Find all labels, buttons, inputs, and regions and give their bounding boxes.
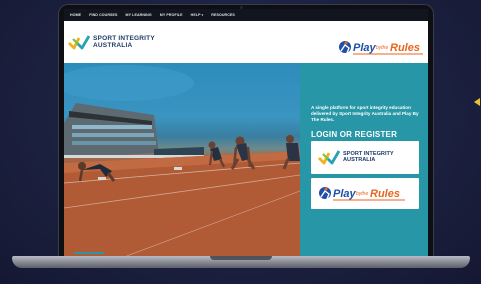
sia-logo-icon[interactable]	[68, 34, 90, 50]
nav-my-learning[interactable]: MY LEARNING	[126, 13, 152, 17]
site-header: SPORT INTEGRITY AUSTRALIA Play bythe Rul…	[64, 21, 428, 63]
login-sport-integrity-australia-button[interactable]: SPORT INTEGRITY AUSTRALIA	[311, 141, 419, 174]
pbr-card-logo-icon: Play bythe Rules	[319, 187, 405, 201]
stadium-athletes-illustration	[64, 65, 300, 257]
nav-help-label: HELP	[190, 13, 201, 17]
sia-card-logo-icon	[318, 150, 340, 165]
laptop-hinge-notch	[210, 256, 272, 260]
pbr-logo-text-rules: Rules	[390, 42, 420, 54]
sia-card-line2: AUSTRALIA	[343, 157, 376, 163]
pbr-card-text-bythe: bythe	[356, 191, 368, 197]
nav-resources[interactable]: RESOURCES	[211, 13, 235, 17]
pbr-logo-text-bythe: bythe	[376, 45, 388, 51]
pbr-logo-text-play: Play	[353, 42, 377, 54]
sia-logo-text[interactable]: SPORT INTEGRITY AUSTRALIA	[93, 35, 155, 50]
login-play-by-the-rules-button[interactable]: Play bythe Rules	[311, 178, 419, 209]
top-navigation: HOME FIND COURSES MY LEARNING MY PROFILE…	[64, 9, 428, 21]
login-panel: A single platform for sport integrity ed…	[300, 63, 428, 257]
login-heading: LOGIN OR REGISTER	[311, 130, 398, 139]
platform-intro-text: A single platform for sport integrity ed…	[311, 105, 419, 122]
sia-logo-line2: AUSTRALIA	[93, 41, 133, 49]
sia-card-text: SPORT INTEGRITY AUSTRALIA	[343, 151, 394, 163]
browser-screen: HOME FIND COURSES MY LEARNING MY PROFILE…	[64, 9, 428, 257]
pbr-card-text-rules: Rules	[370, 188, 400, 200]
hero-slide-indicator[interactable]	[74, 252, 104, 254]
play-by-the-rules-logo-icon[interactable]: Play bythe Rules	[338, 38, 424, 58]
nav-find-courses[interactable]: FIND COURSES	[89, 13, 117, 17]
nav-my-profile[interactable]: MY PROFILE	[160, 13, 183, 17]
nav-home[interactable]: HOME	[70, 13, 81, 17]
nav-help[interactable]: HELP▾	[191, 13, 204, 17]
arrow-left-icon	[474, 98, 480, 106]
chevron-down-icon: ▾	[201, 13, 204, 17]
pbr-card-text-play: Play	[333, 188, 357, 200]
hero-athletes-image	[64, 63, 300, 257]
